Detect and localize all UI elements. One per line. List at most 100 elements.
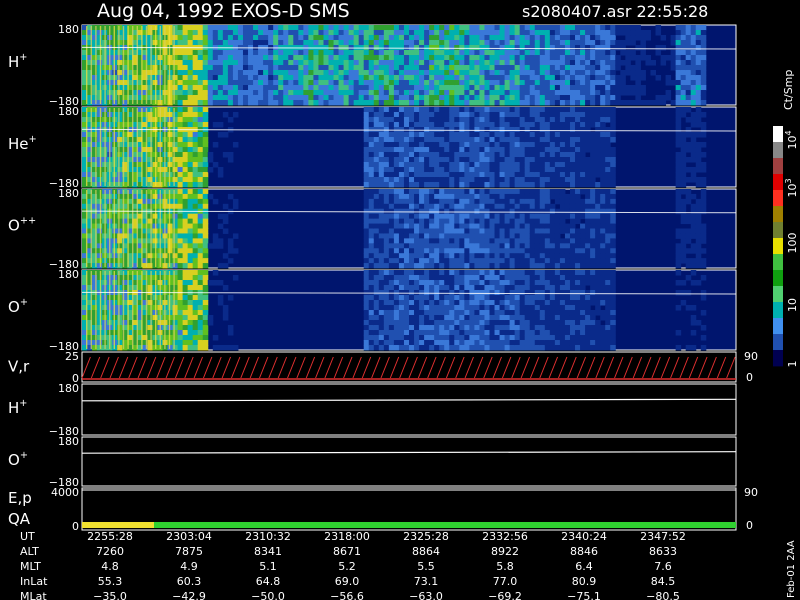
spectrogram-cell: [615, 85, 621, 91]
spectrogram-cell: [202, 285, 209, 291]
spectrogram-cell: [242, 65, 249, 71]
spectrogram-cell: [172, 218, 179, 225]
spectrogram-cell: [172, 189, 179, 195]
spectrogram-cell: [690, 35, 697, 41]
spectrogram-cell: [293, 35, 299, 41]
spectrogram-cell: [605, 162, 611, 168]
spectrogram-cell: [484, 253, 490, 259]
spectrogram-cell: [519, 218, 526, 225]
spectrogram-cell: [489, 132, 496, 138]
spectrogram-cell: [303, 55, 309, 61]
spectrogram-cell: [474, 208, 480, 215]
spectrogram-cell: [147, 203, 153, 210]
spectrogram-cell: [202, 300, 209, 306]
spectrogram-cell: [192, 55, 199, 61]
spectrogram-cell: [424, 25, 430, 31]
spectrogram-cell: [499, 30, 506, 36]
spectrogram-cell: [414, 193, 420, 200]
spectrogram-cell: [580, 95, 586, 101]
spectrogram-cell: [429, 95, 435, 101]
spectrogram-cell: [187, 238, 194, 244]
spectrogram-cell: [519, 127, 526, 133]
spectrogram-cell: [514, 248, 521, 254]
spectrogram-cell: [313, 30, 319, 36]
spectrogram-cell: [197, 263, 204, 269]
spectrogram-cell: [700, 45, 707, 51]
spectrogram-cell: [444, 70, 450, 76]
spectrogram-cell: [424, 50, 430, 56]
spectrogram-cell: [258, 65, 264, 71]
spectrogram-cell: [439, 157, 445, 163]
spectrogram-cell: [197, 50, 204, 56]
spectrogram-cell: [554, 147, 561, 153]
spectrogram-cell: [600, 208, 606, 215]
spectrogram-cell: [600, 95, 606, 101]
spectrogram-cell: [444, 127, 450, 133]
spectrogram-cell: [534, 112, 541, 118]
spectrogram-cell: [499, 189, 506, 195]
spectrogram-cell: [514, 107, 521, 113]
spectrogram-cell: [393, 213, 400, 220]
spectrogram-cell: [690, 218, 697, 225]
spectrogram-cell: [383, 162, 390, 168]
spectrogram-cell: [459, 177, 465, 183]
spectrogram-cell: [675, 127, 682, 133]
spectrogram-cell: [429, 152, 435, 158]
spectrogram-cell: [700, 142, 707, 148]
spectrogram-cell: [680, 248, 687, 254]
spectrogram-cell: [569, 263, 576, 269]
spectrogram-cell: [197, 75, 204, 81]
spectrogram-cell: [499, 50, 506, 56]
spectrogram-cell: [524, 189, 531, 195]
spectrogram-cell: [393, 182, 400, 188]
spectrogram-cell: [529, 60, 536, 66]
spectrogram-cell: [499, 263, 506, 269]
spectrogram-cell: [248, 70, 254, 76]
spectrogram-cell: [489, 193, 496, 200]
spectrogram-cell: [403, 100, 410, 106]
spectrogram-cell: [398, 65, 405, 71]
spectrogram-cell: [207, 193, 214, 200]
spectrogram-cell: [544, 258, 551, 264]
spectrogram-cell: [117, 107, 123, 113]
spectrogram-cell: [605, 40, 611, 46]
spectrogram-cell: [298, 85, 304, 91]
spectrogram-cell: [368, 263, 375, 269]
spectrogram-cell: [554, 45, 561, 51]
spectrogram-cell: [363, 320, 370, 326]
spectrogram-cell: [499, 167, 506, 173]
spectrogram-cell: [509, 70, 516, 76]
spectrogram-cell: [192, 193, 199, 200]
spectrogram-cell: [117, 137, 123, 143]
spectrogram-cell: [695, 223, 702, 229]
spectrogram-cell: [288, 90, 294, 96]
spectrogram-cell: [519, 248, 526, 254]
spectrogram-cell: [202, 147, 209, 153]
spectrogram-cell: [484, 137, 490, 143]
spectrogram-cell: [454, 122, 460, 128]
spectrogram-cell: [388, 258, 395, 264]
spectrogram-cell: [474, 172, 480, 178]
spectrogram-cell: [695, 177, 702, 183]
spectrogram-cell: [147, 137, 153, 143]
spectrogram-cell: [409, 107, 415, 113]
spectrogram-cell: [167, 330, 174, 336]
spectrogram-cell: [393, 172, 400, 178]
spectrogram-cell: [147, 35, 153, 41]
spectrogram-cell: [172, 285, 179, 291]
spectrogram-cell: [378, 189, 385, 195]
spectrogram-cell: [519, 137, 526, 143]
spectrogram-cell: [575, 172, 581, 178]
spectrogram-cell: [499, 70, 506, 76]
spectrogram-cell: [559, 228, 566, 234]
spectrogram-cell: [635, 25, 641, 31]
spectrogram-cell: [383, 177, 390, 183]
spectrogram-cell: [585, 95, 591, 101]
spectrogram-cell: [580, 40, 586, 46]
spectrogram-cell: [388, 50, 395, 56]
spectrogram-cell: [439, 70, 445, 76]
spectrogram-cell: [620, 30, 626, 36]
spectrogram-cell: [544, 238, 551, 244]
spectrogram-cell: [333, 70, 340, 76]
spectrogram-cell: [117, 300, 123, 306]
